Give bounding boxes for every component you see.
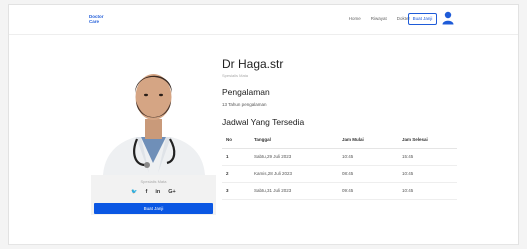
doctor-profile-card: Spesialis Mata 🐦 f in G+ Buat Janji [91, 53, 216, 215]
experience-title: Pengalaman [222, 87, 270, 97]
nav-links: Home Riwayat Dokter [349, 16, 410, 21]
row-start: 09:45 [338, 182, 398, 200]
experience-text: 13 Tahun pengalaman [222, 102, 267, 107]
logo[interactable]: Doctor Care [89, 14, 104, 24]
specialist-label: Spesialis Mata [140, 179, 167, 184]
table-row[interactable]: 2 Kamis,28 Juli 2023 08:45 10:45 [222, 165, 457, 183]
row-end: 10:45 [398, 182, 457, 200]
user-icon[interactable] [442, 11, 454, 25]
facebook-icon[interactable]: f [146, 189, 148, 195]
book-appointment-button[interactable]: Buat Janji [94, 203, 213, 214]
footer-divider [9, 244, 518, 245]
header-jam-selesai: Jam Selesai [398, 132, 457, 149]
row-no: 1 [222, 148, 250, 166]
nav-link-home[interactable]: Home [349, 16, 361, 21]
header-no: No [222, 132, 250, 149]
row-no: 3 [222, 182, 250, 200]
row-date: Sabtu,31 Juli 2023 [250, 182, 338, 200]
navbar: Doctor Care Home Riwayat Dokter Buat Jan… [9, 5, 518, 35]
google-plus-icon[interactable]: G+ [168, 189, 176, 195]
header-tanggal: Tanggal [250, 132, 338, 149]
row-no: 2 [222, 165, 250, 183]
table-row[interactable]: 3 Sabtu,31 Juli 2023 09:45 10:45 [222, 182, 457, 200]
linkedin-icon[interactable]: in [155, 189, 160, 195]
doctor-photo [91, 53, 216, 175]
table-header-row: No Tanggal Jam Mulai Jam Selesai [222, 132, 457, 149]
doctor-subtitle: Spesialis Mata [222, 73, 249, 78]
header-jam-mulai: Jam Mulai [338, 132, 398, 149]
nav-link-riwayat[interactable]: Riwayat [371, 16, 387, 21]
doctor-name: Dr Haga.str [222, 57, 284, 71]
schedule-title: Jadwal Yang Tersedia [222, 117, 305, 127]
row-date: Kamis,28 Juli 2023 [250, 165, 338, 183]
nav-book-button[interactable]: Buat Janji [408, 13, 437, 25]
social-links: 🐦 f in G+ [91, 189, 216, 195]
table-row[interactable]: 1 Sabtu,29 Juli 2023 10:45 15:45 [222, 148, 457, 166]
twitter-icon[interactable]: 🐦 [131, 189, 137, 195]
schedule-table: No Tanggal Jam Mulai Jam Selesai 1 Sabtu… [222, 132, 457, 200]
logo-line-2: Care [89, 19, 100, 24]
row-start: 10:45 [338, 148, 398, 166]
row-date: Sabtu,29 Juli 2023 [250, 148, 338, 166]
page-frame: Doctor Care Home Riwayat Dokter Buat Jan… [8, 4, 519, 245]
row-end: 10:45 [398, 165, 457, 183]
row-start: 08:45 [338, 165, 398, 183]
row-end: 15:45 [398, 148, 457, 166]
